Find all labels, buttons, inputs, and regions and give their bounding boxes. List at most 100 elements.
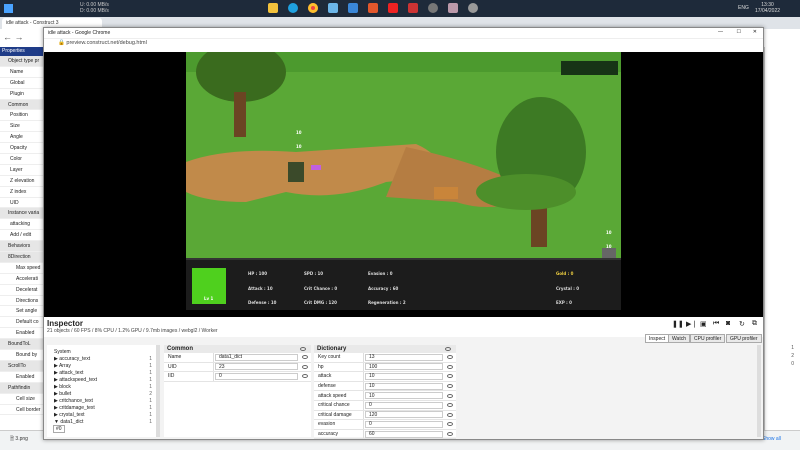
popout-icon[interactable]: ⧉ bbox=[752, 320, 757, 328]
property-row[interactable]: BoundToL bbox=[0, 339, 43, 351]
value-field[interactable]: 10 bbox=[365, 392, 443, 400]
tab-inspect[interactable]: Inspect bbox=[645, 334, 670, 343]
tree-item[interactable]: ▶ attackspeed_text 1 bbox=[47, 377, 156, 384]
eye-icon[interactable] bbox=[447, 355, 453, 360]
property-row[interactable]: 8Direction bbox=[0, 252, 43, 263]
property-row[interactable]: Cell size bbox=[0, 394, 43, 405]
show-all-button[interactable]: Show all bbox=[762, 436, 781, 442]
game-playfield[interactable]: 10 10 10 10 bbox=[186, 42, 621, 258]
tree-item[interactable]: ▶ crystal_text 1 bbox=[47, 412, 156, 419]
value-field[interactable]: 120 bbox=[365, 411, 443, 419]
tree-item[interactable]: System bbox=[47, 349, 156, 356]
value-field[interactable]: 10 bbox=[365, 372, 443, 380]
tab-gpu-profiler[interactable]: GPU profiler bbox=[726, 334, 762, 343]
property-row[interactable]: Position bbox=[0, 110, 43, 122]
property-row[interactable]: Size bbox=[0, 121, 43, 133]
value-field[interactable]: 23 bbox=[215, 363, 298, 371]
eye-icon[interactable] bbox=[447, 374, 453, 379]
tab-cpu-profiler[interactable]: CPU profiler bbox=[690, 334, 726, 343]
edge-icon[interactable] bbox=[288, 3, 298, 13]
value-field[interactable]: 100 bbox=[365, 363, 443, 371]
property-row[interactable]: Z index bbox=[0, 187, 43, 198]
property-row[interactable]: Layer bbox=[0, 165, 43, 176]
minimize-button[interactable]: — bbox=[718, 29, 723, 35]
property-row[interactable]: Angle bbox=[0, 132, 43, 144]
chrome-icon[interactable] bbox=[308, 3, 318, 13]
property-row[interactable]: attacking bbox=[0, 219, 43, 231]
tab-watch[interactable]: Watch bbox=[668, 334, 690, 343]
tree-item[interactable]: ▶ Array 1 bbox=[47, 363, 156, 370]
clock-app-icon[interactable] bbox=[428, 3, 438, 13]
taskbar-clock[interactable]: 13:30 17/04/2022 bbox=[755, 2, 780, 14]
property-row[interactable]: Max speed bbox=[0, 263, 43, 274]
office-icon[interactable] bbox=[368, 3, 378, 13]
property-row[interactable]: Common bbox=[0, 99, 43, 111]
property-row[interactable]: Cell border bbox=[0, 405, 43, 416]
property-row[interactable]: Enabled bbox=[0, 372, 43, 383]
property-row[interactable]: Opacity bbox=[0, 143, 43, 155]
save-icon[interactable]: ▣ bbox=[700, 320, 707, 328]
property-row[interactable]: Default co bbox=[0, 317, 43, 329]
tree-scrollbar[interactable] bbox=[156, 345, 160, 437]
tree-item[interactable]: ▶ critdamage_text 1 bbox=[47, 405, 156, 412]
property-row[interactable]: Plugin bbox=[0, 89, 43, 100]
taskbar-language[interactable]: ENG bbox=[738, 5, 749, 11]
settings-gear-icon[interactable] bbox=[468, 3, 478, 13]
property-row[interactable]: Color bbox=[0, 154, 43, 165]
file-explorer-icon[interactable] bbox=[268, 3, 278, 13]
step-button[interactable]: ▶❘ bbox=[686, 320, 697, 328]
eye-icon[interactable] bbox=[445, 347, 451, 351]
property-row[interactable]: Global bbox=[0, 78, 43, 89]
eye-icon[interactable] bbox=[300, 347, 306, 351]
eye-icon[interactable] bbox=[447, 422, 453, 427]
property-row[interactable]: Name bbox=[0, 67, 43, 78]
tree-item[interactable]: ▶ block 1 bbox=[47, 384, 156, 391]
value-field[interactable]: 60 bbox=[365, 430, 443, 438]
url-text[interactable]: preview.construct.net/debug.html bbox=[66, 40, 146, 46]
property-row[interactable]: Directions bbox=[0, 296, 43, 307]
property-row[interactable]: Decelerat bbox=[0, 285, 43, 296]
youtube-icon[interactable] bbox=[388, 3, 398, 13]
pause-button[interactable]: ❚❚ bbox=[672, 320, 684, 328]
value-field[interactable]: data1_dict bbox=[215, 353, 298, 361]
eye-icon[interactable] bbox=[447, 432, 453, 437]
files-icon[interactable] bbox=[328, 3, 338, 13]
property-row[interactable]: Bound by bbox=[0, 350, 43, 361]
store-icon[interactable] bbox=[348, 3, 358, 13]
eye-icon[interactable] bbox=[302, 364, 308, 369]
property-row[interactable]: Object type pr bbox=[0, 56, 43, 67]
restart-icon[interactable]: ⏮ bbox=[713, 320, 719, 328]
tree-item[interactable]: ▶ attack_text 1 bbox=[47, 370, 156, 377]
property-row[interactable]: Behaviors bbox=[0, 241, 43, 253]
inspector-scrollbar[interactable] bbox=[757, 345, 761, 437]
value-field[interactable]: 13 bbox=[365, 353, 443, 361]
property-row[interactable]: Pathfindin bbox=[0, 382, 43, 394]
tree-instance-button[interactable]: #0 bbox=[53, 425, 65, 433]
download-item[interactable]: 🗎 3.png bbox=[10, 436, 28, 444]
maximize-button[interactable]: ☐ bbox=[737, 29, 741, 35]
value-field[interactable]: 0 bbox=[365, 401, 443, 409]
property-row[interactable]: Add / edit bbox=[0, 230, 43, 242]
value-field[interactable]: 0 bbox=[365, 420, 443, 428]
game-canvas[interactable]: 10 10 10 10 Lv 1 HP : 100 SPD : 10 Evasi… bbox=[44, 42, 763, 317]
red-app-icon[interactable] bbox=[408, 3, 418, 13]
property-row[interactable]: Z elevation bbox=[0, 176, 43, 187]
background-nav-buttons[interactable]: ← → bbox=[0, 29, 44, 47]
tree-item[interactable]: ▶ bullet 2 bbox=[47, 391, 156, 398]
value-field[interactable]: 0 bbox=[215, 372, 298, 380]
property-row[interactable]: Set angle bbox=[0, 306, 43, 318]
eye-icon[interactable] bbox=[302, 355, 308, 360]
tree-item[interactable]: ▶ accuracy_text 1 bbox=[47, 356, 156, 363]
profile-app-icon[interactable] bbox=[448, 3, 458, 13]
property-row[interactable]: Enabled bbox=[0, 328, 43, 340]
property-row[interactable]: UID bbox=[0, 198, 43, 209]
value-field[interactable]: 10 bbox=[365, 382, 443, 390]
tree-item[interactable]: ▶ critchance_text 1 bbox=[47, 398, 156, 405]
property-row[interactable]: Instance varia bbox=[0, 208, 43, 220]
close-button[interactable]: ✕ bbox=[753, 29, 757, 35]
address-bar[interactable]: 🔒 preview.construct.net/debug.html bbox=[44, 39, 763, 48]
property-row[interactable]: ScrollTo bbox=[0, 360, 43, 372]
eye-icon[interactable] bbox=[447, 412, 453, 417]
property-row[interactable]: Accelerati bbox=[0, 274, 43, 285]
camera-icon[interactable]: ◙ bbox=[726, 320, 730, 327]
